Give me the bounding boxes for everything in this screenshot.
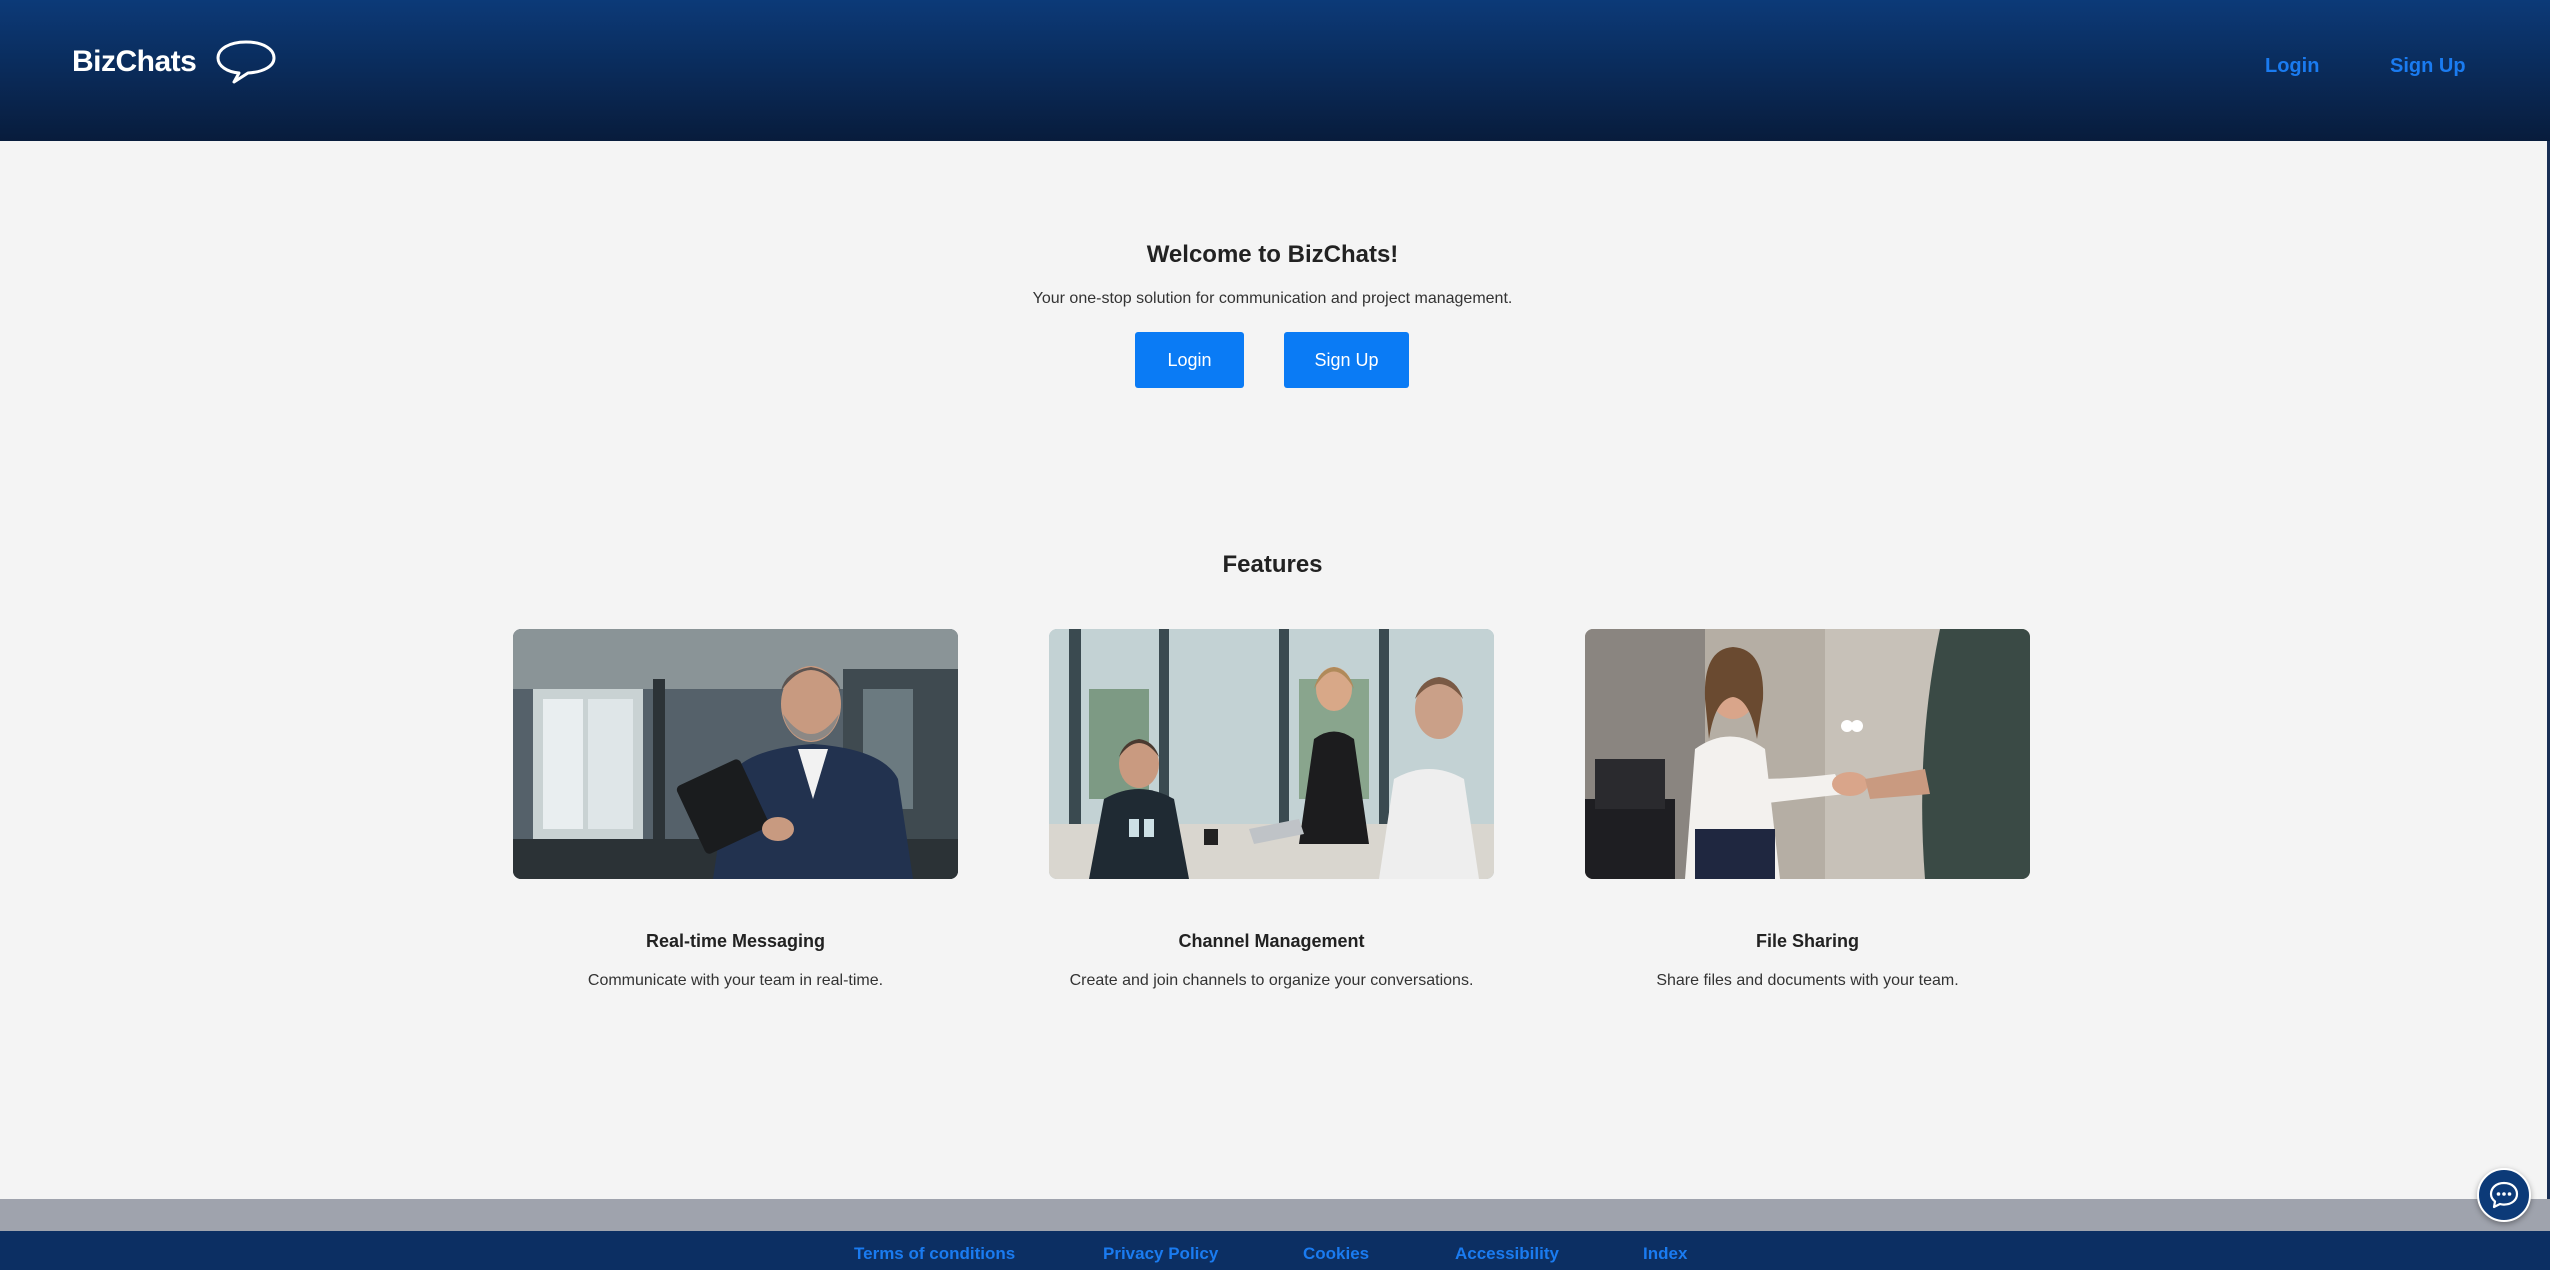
businessman-photo: [513, 629, 958, 879]
chat-widget-button[interactable]: [2477, 1168, 2531, 1222]
hero-title: Welcome to BizChats!: [1146, 241, 1399, 268]
footer-band: [0, 1199, 2550, 1231]
footer-link-terms[interactable]: Terms of conditions: [854, 1244, 1015, 1264]
feature-desc-filesharing: Share files and documents with your team…: [1656, 972, 1959, 989]
footer-link-privacy[interactable]: Privacy Policy: [1103, 1244, 1218, 1264]
brand-name: BizChats: [72, 45, 197, 78]
hero-login-button[interactable]: Login: [1135, 332, 1244, 388]
nav-login-link[interactable]: Login: [2265, 55, 2319, 78]
nav-signup-link[interactable]: Sign Up: [2390, 55, 2466, 78]
feature-desc-channels: Create and join channels to organize you…: [1069, 972, 1474, 989]
site-header: BizChats Login Sign Up: [0, 0, 2550, 141]
footer-link-cookies[interactable]: Cookies: [1303, 1244, 1369, 1264]
team-meeting-photo: [1049, 629, 1494, 879]
handshake-photo: [1585, 629, 2030, 879]
hero-signup-button[interactable]: Sign Up: [1284, 332, 1409, 388]
chat-bubble-icon: [2489, 1181, 2519, 1209]
footer-link-index[interactable]: Index: [1643, 1244, 1687, 1264]
feature-title-channels: Channel Management: [1178, 931, 1365, 951]
hero-subtitle: Your one-stop solution for communication…: [1032, 290, 1513, 307]
site-footer: [0, 1231, 2550, 1270]
feature-title-filesharing: File Sharing: [1755, 931, 1860, 951]
speech-bubble-icon: [216, 40, 276, 84]
feature-image-messaging: [513, 629, 958, 879]
features-heading: Features: [1222, 551, 1323, 578]
feature-image-filesharing: [1585, 629, 2030, 879]
feature-desc-messaging: Communicate with your team in real-time.: [587, 972, 884, 989]
feature-image-channels: [1049, 629, 1494, 879]
brand-logo[interactable]: BizChats: [72, 38, 278, 86]
footer-link-accessibility[interactable]: Accessibility: [1455, 1244, 1559, 1264]
feature-title-messaging: Real-time Messaging: [645, 931, 826, 951]
